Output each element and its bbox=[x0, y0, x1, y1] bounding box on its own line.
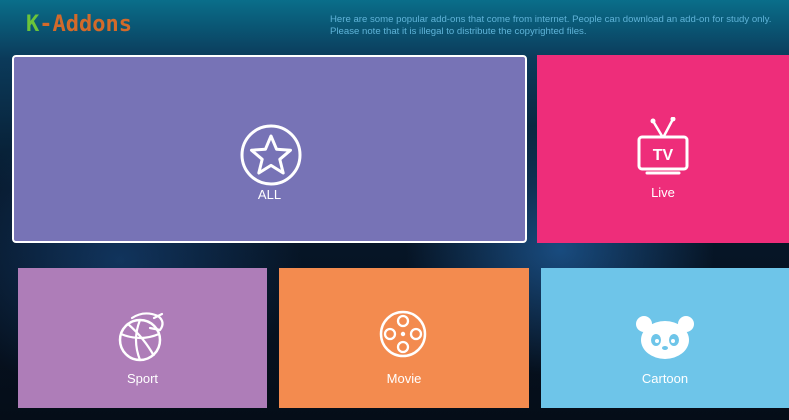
app-logo: K-Addons bbox=[26, 12, 132, 37]
tile-live[interactable]: TV Live bbox=[537, 55, 789, 243]
tile-all[interactable]: ALL bbox=[12, 55, 527, 243]
film-reel-icon bbox=[379, 310, 427, 358]
header-bar: K-Addons Here are some popular add-ons t… bbox=[0, 0, 789, 52]
tile-all-label: ALL bbox=[257, 187, 282, 202]
tile-sport-label: Sport bbox=[126, 371, 159, 386]
tile-sport[interactable]: Sport bbox=[18, 268, 267, 408]
tile-movie[interactable]: Movie bbox=[279, 268, 529, 408]
tv-icon-text: TV bbox=[653, 147, 674, 164]
tile-movie-label: Movie bbox=[386, 371, 422, 386]
disclaimer-text: Here are some popular add-ons that come … bbox=[330, 14, 772, 37]
basketball-icon bbox=[118, 312, 164, 362]
tv-icon: TV bbox=[637, 117, 689, 175]
star-icon bbox=[240, 124, 302, 186]
tile-cartoon-label: Cartoon bbox=[641, 371, 689, 386]
panda-icon bbox=[636, 316, 694, 359]
tile-live-label: Live bbox=[651, 185, 675, 200]
tile-cartoon[interactable]: Cartoon bbox=[541, 268, 789, 408]
